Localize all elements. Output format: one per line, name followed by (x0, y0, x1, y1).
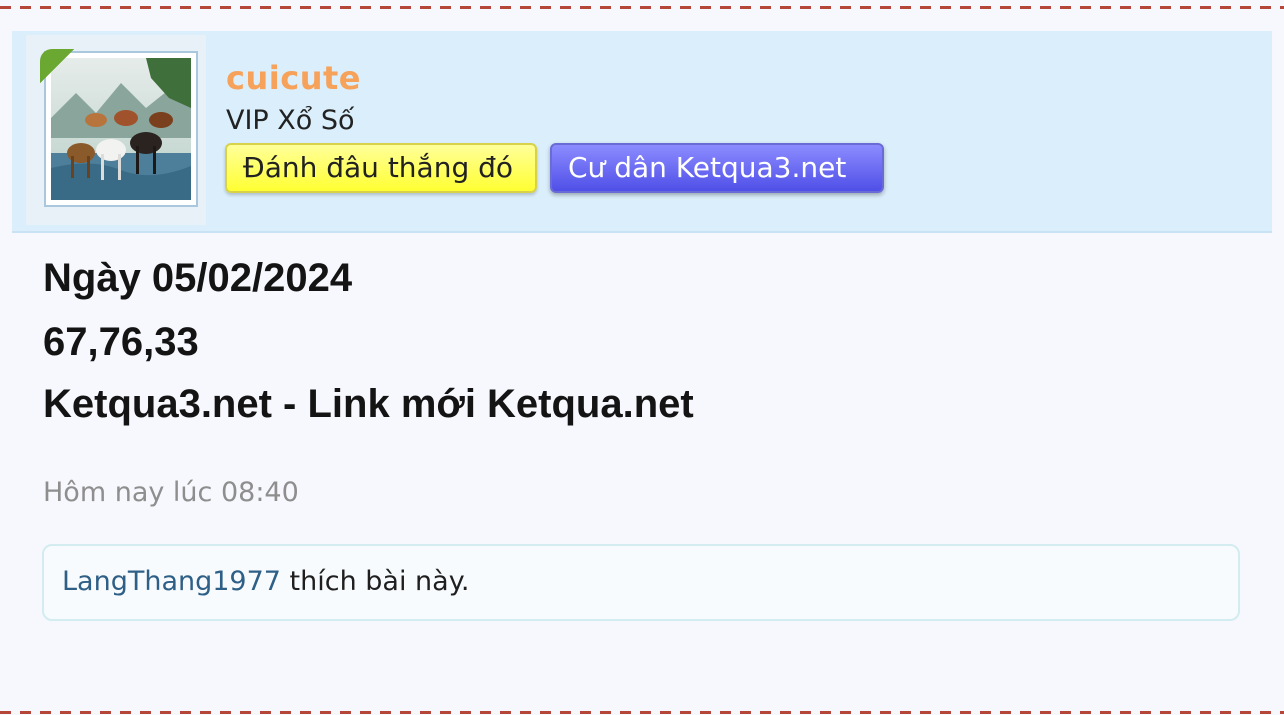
avatar-container[interactable] (26, 35, 206, 225)
liker-link[interactable]: LangThang1977 (62, 566, 281, 597)
online-indicator-icon (40, 49, 74, 83)
bottom-divider (0, 711, 1284, 714)
post-message-line: Ngày 05/02/2024 (43, 256, 353, 300)
likes-text: LangThang1977 thích bài này. (62, 566, 469, 597)
user-title: VIP Xổ Số (226, 105, 355, 136)
user-banner-blue: Cư dân Ketqua3.net (550, 143, 884, 193)
page: cuicute VIP Xổ Số Đánh đâu thắng đó Cư d… (0, 0, 1284, 715)
likes-summary: LangThang1977 thích bài này. (42, 544, 1240, 621)
post-timestamp[interactable]: Hôm nay lúc 08:40 (43, 477, 299, 508)
post-message-line: Ketqua3.net - Link mới Ketqua.net (43, 382, 694, 426)
user-banner-yellow: Đánh đâu thắng đó (225, 143, 537, 193)
top-divider (0, 6, 1284, 9)
user-header: cuicute VIP Xổ Số Đánh đâu thắng đó Cư d… (12, 31, 1272, 233)
likes-suffix: thích bài này. (280, 566, 470, 597)
username-link[interactable]: cuicute (226, 59, 361, 97)
post-message-line: 67,76,33 (43, 320, 199, 364)
